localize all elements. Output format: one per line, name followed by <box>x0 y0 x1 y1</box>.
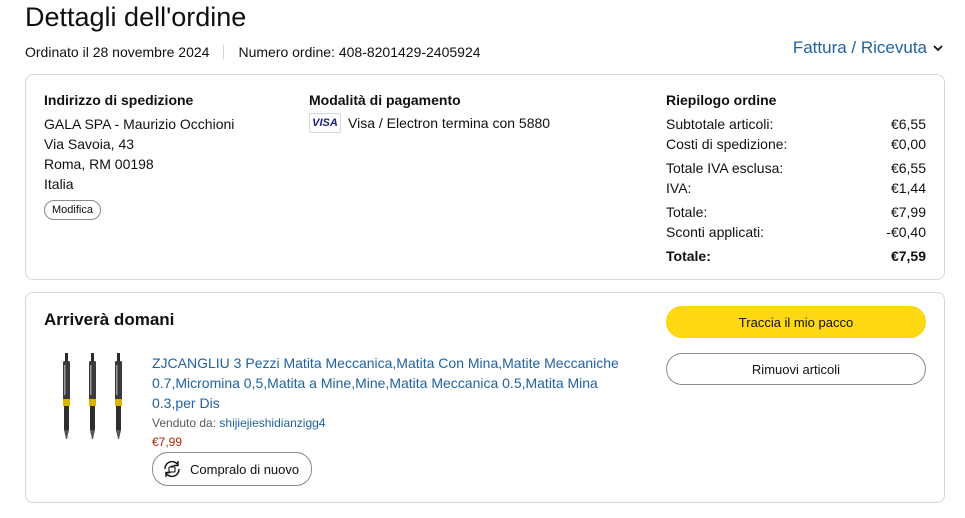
chevron-down-icon <box>933 45 943 52</box>
shipping-name: GALA SPA - Maurizio Occhioni <box>44 116 235 132</box>
summary-title: Riepilogo ordine <box>666 92 777 108</box>
seller-link[interactable]: shijiejieshidianzigg4 <box>219 416 325 430</box>
payment-card-text: Visa / Electron termina con 5880 <box>348 115 551 131</box>
summary-row-grand-total: Totale: €7,59 <box>666 246 926 266</box>
order-summary-section: Riepilogo ordine Subtotale articoli: €6,… <box>666 92 926 266</box>
summary-label: Costi di spedizione: <box>666 136 788 152</box>
summary-row-subtotal: Subtotale articoli: €6,55 <box>666 114 926 134</box>
order-number: Numero ordine: 408-8201429-2405924 <box>238 44 481 60</box>
summary-value: €7,99 <box>890 204 926 220</box>
summary-label: IVA: <box>666 180 692 196</box>
shipping-address-section: Indirizzo di spedizione GALA SPA - Mauri… <box>44 92 284 220</box>
summary-value: €0,00 <box>890 136 926 152</box>
shipping-title: Indirizzo di spedizione <box>44 92 194 108</box>
payment-card: VISA Visa / Electron termina con 5880 <box>309 113 609 133</box>
summary-label: Subtotale articoli: <box>666 116 774 132</box>
page-title: Dettagli dell'ordine <box>25 2 247 32</box>
invoice-link-label: Fattura / Ricevuta <box>792 38 927 57</box>
summary-value: €6,55 <box>890 160 926 176</box>
shipment-card: Arriverà domani ZJCANGLIU 3 Pezzi Matita… <box>25 292 945 503</box>
edit-address-button[interactable]: Modifica <box>44 200 101 220</box>
meta-divider <box>223 44 225 60</box>
summary-row-total: Totale: €7,99 <box>666 202 926 222</box>
track-package-button[interactable]: Traccia il mio pacco <box>666 306 926 338</box>
sold-by-prefix: Venduto da: <box>152 416 217 430</box>
order-details-card: Indirizzo di spedizione GALA SPA - Mauri… <box>25 74 945 280</box>
invoice-dropdown[interactable]: Fattura / Ricevuta <box>793 38 943 58</box>
payment-title: Modalità di pagamento <box>309 92 461 108</box>
buy-again-icon <box>164 460 180 478</box>
summary-row-shipping: Costi di spedizione: €0,00 <box>666 134 926 154</box>
product-info: ZJCANGLIU 3 Pezzi Matita Meccanica,Matit… <box>152 353 622 486</box>
shipping-country: Italia <box>44 176 74 192</box>
payment-method-section: Modalità di pagamento VISA Visa / Electr… <box>309 92 609 133</box>
buy-again-label: Compralo di nuovo <box>190 461 300 477</box>
product-price: €7,99 <box>152 435 183 449</box>
product-image[interactable] <box>56 351 132 443</box>
summary-value: €1,44 <box>890 180 926 196</box>
delivery-status-title: Arriverà domani <box>44 310 175 329</box>
summary-row-discount: Sconti applicati: -€0,40 <box>666 222 926 242</box>
buy-again-button[interactable]: Compralo di nuovo <box>152 452 313 486</box>
summary-value: €6,55 <box>890 116 926 132</box>
visa-card-icon: VISA <box>309 113 341 133</box>
seller-line: Venduto da: shijiejieshidianzigg4 <box>152 416 622 430</box>
summary-row-total-excl-vat: Totale IVA esclusa: €6,55 <box>666 158 926 178</box>
shipping-city: Roma, RM 00198 <box>44 156 154 172</box>
summary-row-vat: IVA: €1,44 <box>666 178 926 198</box>
summary-label: Totale IVA esclusa: <box>666 160 784 176</box>
order-date: Ordinato il 28 novembre 2024 <box>25 44 210 60</box>
remove-items-button[interactable]: Rimuovi articoli <box>666 353 926 385</box>
summary-value: -€0,40 <box>886 224 926 240</box>
product-title-link[interactable]: ZJCANGLIU 3 Pezzi Matita Meccanica,Matit… <box>152 353 622 413</box>
order-meta: Ordinato il 28 novembre 2024 Numero ordi… <box>25 44 481 60</box>
summary-label: Totale: <box>666 204 708 220</box>
summary-value: €7,59 <box>890 248 926 264</box>
shipping-street: Via Savoia, 43 <box>44 136 135 152</box>
summary-label: Totale: <box>666 248 711 264</box>
summary-label: Sconti applicati: <box>666 224 765 240</box>
